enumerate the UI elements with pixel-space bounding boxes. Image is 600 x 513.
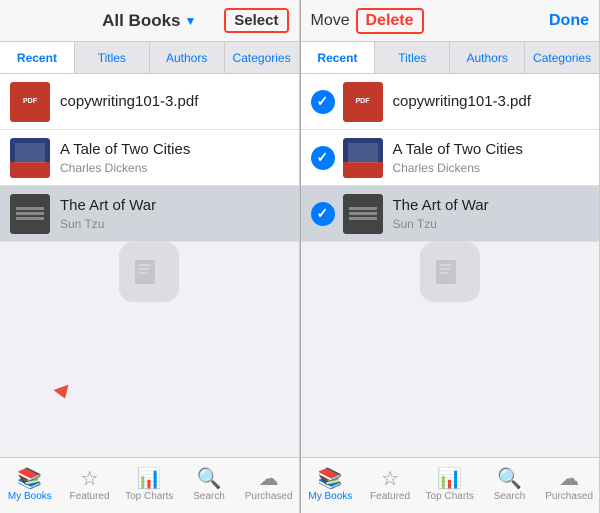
- book-item-pdf-right[interactable]: PDF copywriting101-3.pdf: [301, 74, 600, 130]
- purchased-icon-right: ☁: [559, 469, 579, 489]
- search-label-right: Search: [494, 491, 526, 502]
- tabbar-mybooks-right[interactable]: 📚 My Books: [301, 458, 361, 513]
- left-tabs: Recent Titles Authors Categories: [0, 42, 299, 74]
- check-pdf-right: [311, 90, 335, 114]
- book-title-pdf-right: copywriting101-3.pdf: [393, 93, 590, 111]
- left-panel: All Books ▼ Select Recent Titles Authors…: [0, 0, 300, 513]
- book-info-pdf-right: copywriting101-3.pdf: [393, 93, 590, 111]
- search-icon-right: 🔍: [497, 469, 522, 489]
- all-books-label: All Books: [102, 11, 180, 31]
- right-tabs: Recent Titles Authors Categories: [301, 42, 600, 74]
- book-info-war-left: The Art of War Sun Tzu: [60, 197, 289, 231]
- tabbar-featured-left[interactable]: ☆ Featured: [60, 458, 120, 513]
- book-item-war-left[interactable]: The Art of War Sun Tzu: [0, 186, 299, 242]
- right-panel: Move Delete Done Recent Titles Authors C…: [301, 0, 600, 513]
- book-info-war-right: The Art of War Sun Tzu: [393, 197, 590, 231]
- book-title-war-left: The Art of War: [60, 197, 289, 215]
- book-cover-war-left: [10, 194, 50, 234]
- all-books-chevron: ▼: [185, 14, 197, 28]
- book-cover-tale-right: [343, 138, 383, 178]
- mybooks-label-right: My Books: [308, 491, 352, 502]
- tab-recent-right[interactable]: Recent: [301, 42, 376, 73]
- tab-titles-left[interactable]: Titles: [75, 42, 150, 73]
- book-cover-war-right: [343, 194, 383, 234]
- placeholder-icon-right: [420, 242, 480, 302]
- mybooks-label-left: My Books: [8, 491, 52, 502]
- right-book-list: PDF copywriting101-3.pdf A Tale of Two C…: [301, 74, 600, 457]
- delete-button[interactable]: Delete: [356, 8, 424, 34]
- mybooks-icon-left: 📚: [17, 469, 42, 489]
- featured-label-right: Featured: [370, 491, 410, 502]
- move-button[interactable]: Move: [311, 12, 350, 30]
- topcharts-label-right: Top Charts: [426, 491, 474, 502]
- check-war-right: [311, 202, 335, 226]
- tabbar-mybooks-left[interactable]: 📚 My Books: [0, 458, 60, 513]
- book-cover-tale-left: [10, 138, 50, 178]
- book-item-war-right[interactable]: The Art of War Sun Tzu: [301, 186, 600, 242]
- right-tab-bar: 📚 My Books ☆ Featured 📊 Top Charts 🔍 Sea…: [301, 457, 600, 513]
- tabbar-search-right[interactable]: 🔍 Search: [480, 458, 540, 513]
- tabbar-featured-right[interactable]: ☆ Featured: [360, 458, 420, 513]
- book-author-tale-right: Charles Dickens: [393, 161, 590, 175]
- search-icon-left: 🔍: [197, 469, 222, 489]
- book-info-tale-right: A Tale of Two Cities Charles Dickens: [393, 141, 590, 175]
- purchased-label-right: Purchased: [545, 491, 593, 502]
- tabbar-topcharts-right[interactable]: 📊 Top Charts: [420, 458, 480, 513]
- book-title-pdf-left: copywriting101-3.pdf: [60, 93, 289, 111]
- book-info-pdf-left: copywriting101-3.pdf: [60, 93, 289, 111]
- done-button[interactable]: Done: [549, 12, 589, 30]
- book-item-tale-left[interactable]: A Tale of Two Cities Charles Dickens: [0, 130, 299, 186]
- placeholder-icon-left: [119, 242, 179, 302]
- tab-authors-left[interactable]: Authors: [150, 42, 225, 73]
- book-item-pdf-left[interactable]: PDF copywriting101-3.pdf: [0, 74, 299, 130]
- topcharts-icon-left: 📊: [137, 469, 162, 489]
- purchased-icon-left: ☁: [259, 469, 279, 489]
- topcharts-icon-right: 📊: [437, 469, 462, 489]
- book-item-tale-right[interactable]: A Tale of Two Cities Charles Dickens: [301, 130, 600, 186]
- tabbar-purchased-left[interactable]: ☁ Purchased: [239, 458, 299, 513]
- tab-recent-left[interactable]: Recent: [0, 42, 75, 73]
- right-placeholder: [301, 242, 600, 302]
- book-title-tale-right: A Tale of Two Cities: [393, 141, 590, 159]
- mybooks-icon-right: 📚: [318, 469, 343, 489]
- tab-titles-right[interactable]: Titles: [375, 42, 450, 73]
- book-author-war-left: Sun Tzu: [60, 217, 289, 231]
- left-placeholder: [0, 242, 299, 302]
- featured-icon-right: ☆: [381, 469, 399, 489]
- featured-icon-left: ☆: [81, 469, 99, 489]
- featured-label-left: Featured: [70, 491, 110, 502]
- tabbar-purchased-right[interactable]: ☁ Purchased: [539, 458, 599, 513]
- topcharts-label-left: Top Charts: [125, 491, 173, 502]
- book-author-war-right: Sun Tzu: [393, 217, 590, 231]
- left-header-title: All Books ▼: [102, 11, 196, 31]
- book-author-tale-left: Charles Dickens: [60, 161, 289, 175]
- tab-categories-right[interactable]: Categories: [525, 42, 599, 73]
- book-cover-pdf-left: PDF: [10, 82, 50, 122]
- left-header: All Books ▼ Select: [0, 0, 299, 42]
- tab-authors-right[interactable]: Authors: [450, 42, 525, 73]
- search-label-left: Search: [193, 491, 225, 502]
- right-header: Move Delete Done: [301, 0, 600, 42]
- select-button[interactable]: Select: [224, 8, 288, 33]
- book-cover-pdf-right: PDF: [343, 82, 383, 122]
- tabbar-topcharts-left[interactable]: 📊 Top Charts: [119, 458, 179, 513]
- left-tab-bar: 📚 My Books ☆ Featured 📊 Top Charts 🔍 Sea…: [0, 457, 299, 513]
- left-book-list: PDF copywriting101-3.pdf A Tale of Two C…: [0, 74, 299, 457]
- tabbar-search-left[interactable]: 🔍 Search: [179, 458, 239, 513]
- tab-categories-left[interactable]: Categories: [225, 42, 299, 73]
- book-title-war-right: The Art of War: [393, 197, 590, 215]
- book-info-tale-left: A Tale of Two Cities Charles Dickens: [60, 141, 289, 175]
- purchased-label-left: Purchased: [245, 491, 293, 502]
- book-title-tale-left: A Tale of Two Cities: [60, 141, 289, 159]
- check-tale-right: [311, 146, 335, 170]
